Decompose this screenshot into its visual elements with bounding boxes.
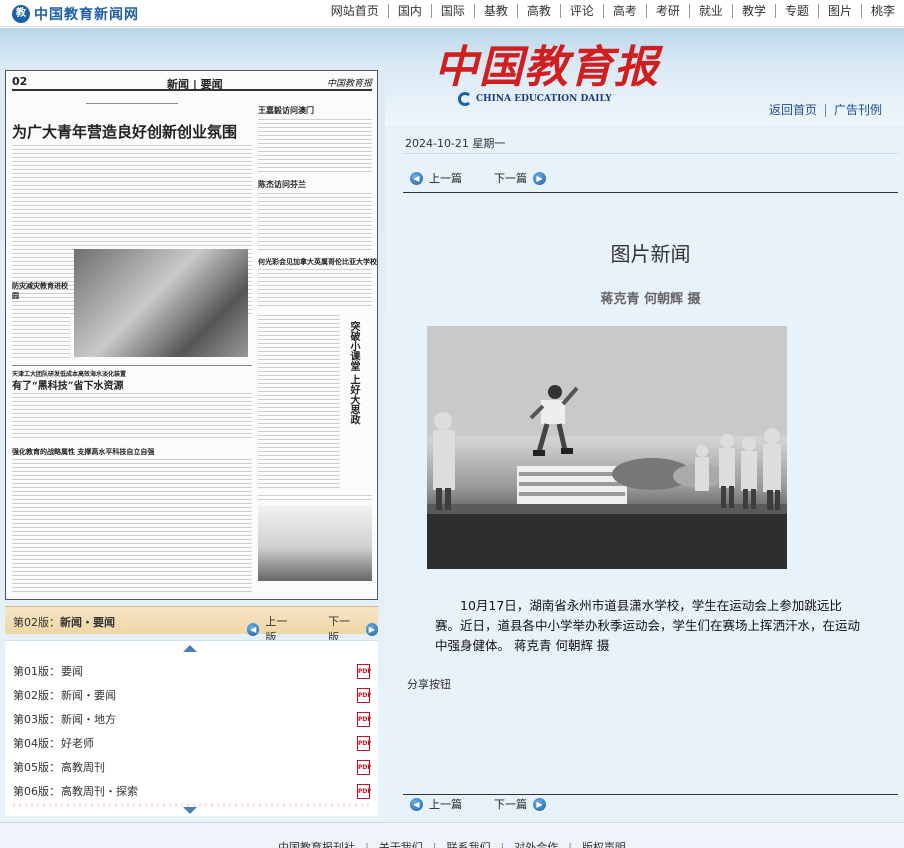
- article-nav-bottom: ◀ 上一篇 下一篇 ▶: [410, 794, 546, 814]
- nav-item-11[interactable]: 图片: [817, 4, 861, 18]
- article-nav-top: ◀ 上一篇 下一篇 ▶: [410, 168, 546, 188]
- pdf-icon[interactable]: PDF: [357, 711, 371, 727]
- edition-number: 第02版：: [13, 689, 60, 702]
- edition-name[interactable]: 要闻: [61, 663, 357, 679]
- prev-edition-icon[interactable]: ◀: [247, 622, 260, 636]
- page-brand: 中国教育报: [326, 79, 372, 89]
- page-photo-longjump: [258, 505, 372, 581]
- edition-name[interactable]: 新闻・要闻: [61, 687, 357, 703]
- edition-row[interactable]: 第02版： 新闻・要闻 PDF: [13, 683, 371, 707]
- subhead-6: 有了“黑科技”省下水资源: [12, 381, 124, 392]
- nav-item-7[interactable]: 考研: [645, 4, 689, 18]
- pdf-icon[interactable]: PDF: [357, 783, 371, 799]
- back-home-link[interactable]: 返回首页: [761, 104, 825, 117]
- nav-item-4[interactable]: 高教: [516, 4, 560, 18]
- next-article-bottom-icon[interactable]: ▶: [533, 797, 546, 811]
- nav-item-12[interactable]: 桃李: [860, 4, 904, 18]
- newspaper-name-en: CHINA EDUCATION DAILY: [476, 94, 612, 104]
- edition-row[interactable]: 第05版： 高教周刊 PDF: [13, 755, 371, 779]
- pdf-icon[interactable]: PDF: [357, 759, 371, 775]
- edition-label-name: 新闻・要闻: [60, 616, 115, 629]
- edition-number: 第03版：: [13, 713, 60, 726]
- article-caption: 10月17日，湖南省永州市道县潇水学校，学生在运动会上参加跳远比赛。近日，道县各…: [435, 598, 861, 653]
- scroll-up-arrow-icon[interactable]: [183, 645, 197, 652]
- subhead-2: 陈杰访问芬兰: [258, 179, 306, 189]
- share-button[interactable]: 分享按钮: [407, 676, 451, 692]
- prev-article-bottom-link[interactable]: 上一篇: [429, 796, 462, 812]
- newspaper-name: 中国教育报: [434, 42, 659, 93]
- nav-item-1[interactable]: 国内: [387, 4, 431, 18]
- page-photo-firefighters: [74, 249, 248, 357]
- nav-item-0[interactable]: 网站首页: [322, 4, 388, 18]
- article-panel: 2024-10-21 星期一 ◀ 上一篇 下一篇 ▶ 图片新闻 蒋克青 何朝辉 …: [403, 134, 898, 811]
- subhead-3: 何光彩会见加拿大英属哥伦比亚大学校长: [258, 257, 378, 266]
- banner-links: 返回首页 广告刊例: [761, 104, 890, 117]
- footer-link-0[interactable]: 中国教育报刊社: [268, 841, 365, 848]
- prev-article-bottom-icon[interactable]: ◀: [410, 797, 423, 811]
- next-edition-icon[interactable]: ▶: [365, 622, 379, 636]
- edition-bar: 第02版：新闻・要闻 ◀ 上一版 下一版 ▶: [5, 606, 379, 644]
- next-article-bottom-link[interactable]: 下一篇: [494, 796, 527, 812]
- edition-list: 第01版： 要闻 PDF 第02版： 新闻・要闻 PDF 第03版： 新闻・地方 PDF 第04版…: [5, 640, 378, 816]
- nav-item-10[interactable]: 专题: [774, 4, 818, 18]
- subhead-1: 王嘉毅访问澳门: [258, 105, 314, 115]
- nav-item-3[interactable]: 基教: [473, 4, 517, 18]
- pdf-icon[interactable]: PDF: [357, 663, 371, 679]
- footer-link-2[interactable]: 联系我们: [437, 841, 501, 848]
- edition-row[interactable]: 第03版： 新闻・地方 PDF: [13, 707, 371, 731]
- left-pane: 02 新闻 | 要闻 中国教育报 为广大青年营造良好创新创业氛围 王嘉毅访问澳门…: [0, 62, 385, 822]
- edition-number: 第01版：: [13, 665, 60, 678]
- right-pane: 2024-10-21 星期一 ◀ 上一篇 下一篇 ▶ 图片新闻 蒋克青 何朝辉 …: [385, 126, 904, 822]
- prev-article-link[interactable]: 上一篇: [429, 170, 462, 186]
- page-number: 02: [12, 75, 28, 88]
- nav-item-2[interactable]: 国际: [430, 4, 474, 18]
- ad-rates-link[interactable]: 广告刊例: [824, 104, 890, 117]
- edition-name[interactable]: 新闻・地方: [61, 711, 357, 727]
- article-title: 图片新闻: [610, 242, 691, 266]
- subhead-7: 强化教育的战略属性 支撑高水平科技自立自强: [12, 447, 155, 456]
- edition-number: 第04版：: [13, 737, 60, 750]
- newspaper-page-thumbnail[interactable]: 02 新闻 | 要闻 中国教育报 为广大青年营造良好创新创业氛围 王嘉毅访问澳门…: [5, 70, 378, 600]
- newspaper-emblem-icon: [458, 92, 472, 106]
- nav-item-5[interactable]: 评论: [559, 4, 603, 18]
- site-logo[interactable]: 教 中国教育新闻网: [12, 4, 139, 24]
- nav-item-9[interactable]: 教学: [731, 4, 775, 18]
- footer-link-1[interactable]: 关于我们: [369, 841, 433, 848]
- vertical-title: 突破小课堂 上好大思政: [348, 321, 359, 425]
- site-logo-text: 中国教育新闻网: [34, 7, 139, 23]
- pdf-icon[interactable]: PDF: [357, 735, 371, 751]
- top-nav: 网站首页 国内 国际 基教 高教 评论 高考 考研 就业 教学 专题 图片 桃李: [322, 4, 904, 18]
- edition-number: 第05版：: [13, 761, 60, 774]
- next-article-icon[interactable]: ▶: [533, 171, 546, 185]
- subhead-4: 防灾减灾教育进校园: [12, 281, 68, 300]
- edition-row[interactable]: 第06版： 高教周刊・探索 PDF: [13, 779, 371, 803]
- edition-name[interactable]: 高教周刊・探索: [61, 783, 357, 799]
- edition-name[interactable]: 好老师: [61, 735, 357, 751]
- newspaper-logo[interactable]: 中国教育报 CHINA EDUCATION DAILY: [434, 42, 659, 106]
- footer-separator: |: [432, 841, 437, 848]
- prev-article-icon[interactable]: ◀: [410, 171, 423, 185]
- scroll-down-arrow-icon[interactable]: [183, 807, 197, 814]
- edition-number: 第06版：: [13, 785, 60, 798]
- site-logo-icon: 教: [12, 5, 30, 23]
- page-section: 新闻 | 要闻: [167, 78, 223, 91]
- pdf-icon[interactable]: PDF: [357, 687, 371, 703]
- edition-name[interactable]: 高教周刊: [61, 759, 357, 775]
- article-author: 蒋克青 何朝辉 摄: [600, 292, 701, 307]
- footer: 中国教育报刊社 | 关于我们 | 联系我们 | 对外合作 | 版权声明: [0, 822, 904, 848]
- longjump-photo-illustration: [427, 326, 787, 569]
- nav-item-6[interactable]: 高考: [602, 4, 646, 18]
- edition-row[interactable]: 第04版： 好老师 PDF: [13, 731, 371, 755]
- issue-date: 2024-10-21 星期一: [403, 134, 898, 154]
- footer-link-4[interactable]: 版权声明: [572, 841, 636, 848]
- footer-link-3[interactable]: 对外合作: [504, 841, 568, 848]
- edition-row[interactable]: 第01版： 要闻 PDF: [13, 659, 371, 683]
- article-photo: [427, 326, 787, 569]
- page-headline: 为广大青年营造良好创新创业氛围: [12, 123, 238, 141]
- next-article-link[interactable]: 下一篇: [494, 170, 527, 186]
- top-bar: 教 中国教育新闻网 网站首页 国内 国际 基教 高教 评论 高考 考研 就业 教学 专题 图片 桃李: [0, 0, 904, 27]
- edition-label-prefix: 第02版：: [13, 616, 60, 629]
- nav-item-8[interactable]: 就业: [688, 4, 732, 18]
